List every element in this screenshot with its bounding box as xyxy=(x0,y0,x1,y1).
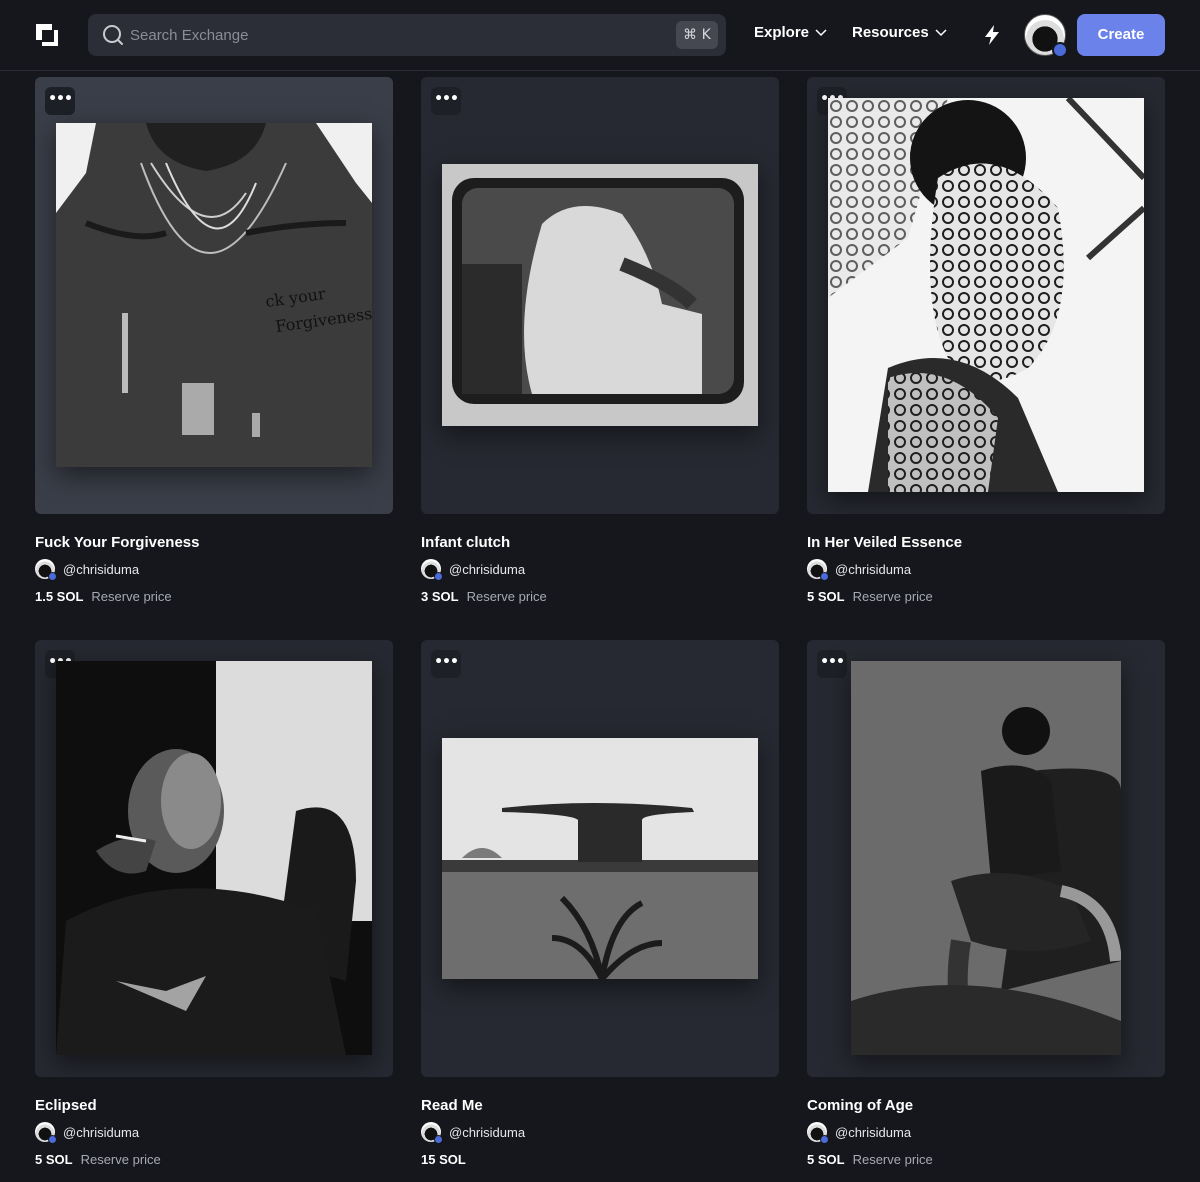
creator-handle[interactable]: @chrisiduma xyxy=(63,1125,139,1140)
search-icon xyxy=(103,25,123,45)
price-label: Reserve price xyxy=(91,589,172,604)
search-shortcut-hint: ⌘ K xyxy=(676,21,718,49)
user-avatar-button[interactable] xyxy=(1024,14,1068,58)
avatar xyxy=(421,1122,443,1144)
artwork-frame[interactable]: ••• xyxy=(421,77,779,514)
verified-badge-icon xyxy=(48,572,57,581)
nav-explore-label: Explore xyxy=(754,24,810,41)
create-button[interactable]: Create xyxy=(1077,14,1165,56)
price-value: 5 SOL xyxy=(807,589,845,604)
creator-handle[interactable]: @chrisiduma xyxy=(63,562,139,577)
price-label: Reserve price xyxy=(466,589,547,604)
creator-row[interactable]: @chrisiduma xyxy=(421,1122,779,1144)
creator-handle[interactable]: @chrisiduma xyxy=(835,1125,911,1140)
more-options-icon[interactable]: ••• xyxy=(45,87,75,115)
price-row: 5 SOL Reserve price xyxy=(807,589,1165,604)
price-row: 3 SOL Reserve price xyxy=(421,589,779,604)
creator-row[interactable]: @chrisiduma xyxy=(807,559,1165,581)
price-value: 15 SOL xyxy=(421,1152,466,1167)
price-value: 5 SOL xyxy=(807,1152,845,1167)
creator-row[interactable]: @chrisiduma xyxy=(35,1122,393,1144)
artwork-card[interactable]: ••• Infant clutch @chrisiduma 3 SOL Rese… xyxy=(421,77,779,604)
price-value: 5 SOL xyxy=(35,1152,73,1167)
verified-badge-icon xyxy=(434,572,443,581)
price-row: 5 SOL Reserve price xyxy=(807,1152,1165,1167)
artwork-image[interactable] xyxy=(442,738,758,979)
verified-badge-icon xyxy=(1052,42,1068,58)
more-options-icon[interactable]: ••• xyxy=(431,87,461,115)
price-value: 1.5 SOL xyxy=(35,589,84,604)
more-options-icon[interactable]: ••• xyxy=(817,650,847,678)
nav-resources[interactable]: Resources xyxy=(852,24,947,41)
exchange-logo-icon[interactable] xyxy=(34,22,60,48)
avatar xyxy=(35,1122,57,1144)
price-value: 3 SOL xyxy=(421,589,459,604)
creator-row[interactable]: @chrisiduma xyxy=(35,559,393,581)
creator-row[interactable]: @chrisiduma xyxy=(807,1122,1165,1144)
lightning-bolt-icon[interactable] xyxy=(982,24,1002,46)
nav-explore[interactable]: Explore xyxy=(754,24,827,41)
verified-badge-icon xyxy=(820,572,829,581)
avatar xyxy=(807,1122,829,1144)
artwork-card[interactable]: ••• In Her Veiled Essence @chrisiduma 5 … xyxy=(807,77,1165,604)
artwork-image[interactable] xyxy=(56,661,372,1055)
artwork-title[interactable]: Coming of Age xyxy=(807,1097,1165,1117)
artwork-image[interactable]: ck your Forgiveness xyxy=(56,123,372,467)
artwork-frame[interactable]: ••• xyxy=(807,77,1165,514)
artwork-frame[interactable]: ••• xyxy=(421,640,779,1077)
verified-badge-icon xyxy=(434,1135,443,1144)
avatar xyxy=(807,559,829,581)
more-options-icon[interactable]: ••• xyxy=(431,650,461,678)
creator-handle[interactable]: @chrisiduma xyxy=(449,1125,525,1140)
artwork-card[interactable]: ••• ck your Forgiveness Fuck Your Forgiv… xyxy=(35,77,393,604)
verified-badge-icon xyxy=(820,1135,829,1144)
artwork-title[interactable]: Read Me xyxy=(421,1097,779,1117)
top-nav-bar: ⌘ K Explore Resources Create xyxy=(0,0,1200,71)
artwork-card[interactable]: ••• Read Me @chrisiduma 15 SOL xyxy=(421,640,779,1167)
avatar xyxy=(35,559,57,581)
artwork-image[interactable] xyxy=(851,661,1121,1055)
creator-handle[interactable]: @chrisiduma xyxy=(835,562,911,577)
artwork-title[interactable]: Fuck Your Forgiveness xyxy=(35,534,393,554)
price-row: 15 SOL xyxy=(421,1152,779,1167)
price-row: 5 SOL Reserve price xyxy=(35,1152,393,1167)
artwork-title[interactable]: In Her Veiled Essence xyxy=(807,534,1165,554)
artwork-image[interactable] xyxy=(442,164,758,426)
artwork-image[interactable] xyxy=(828,98,1144,492)
avatar xyxy=(421,559,443,581)
chevron-down-icon xyxy=(815,28,827,36)
price-label: Reserve price xyxy=(852,589,933,604)
artwork-frame[interactable]: ••• xyxy=(807,640,1165,1077)
chevron-down-icon xyxy=(935,28,947,36)
nav-resources-label: Resources xyxy=(852,24,929,41)
artwork-frame[interactable]: ••• ck your Forgiveness xyxy=(35,77,393,514)
artwork-card[interactable]: ••• Eclipsed @chrisiduma 5 SOL Reserve p… xyxy=(35,640,393,1167)
verified-badge-icon xyxy=(48,1135,57,1144)
artwork-title[interactable]: Infant clutch xyxy=(421,534,779,554)
artwork-frame[interactable]: ••• xyxy=(35,640,393,1077)
price-row: 1.5 SOL Reserve price xyxy=(35,589,393,604)
creator-row[interactable]: @chrisiduma xyxy=(421,559,779,581)
price-label: Reserve price xyxy=(852,1152,933,1167)
artwork-title[interactable]: Eclipsed xyxy=(35,1097,393,1117)
search-input[interactable] xyxy=(130,14,650,56)
artwork-card[interactable]: ••• Coming of Age @chrisiduma 5 SOL Rese… xyxy=(807,640,1165,1167)
creator-handle[interactable]: @chrisiduma xyxy=(449,562,525,577)
price-label: Reserve price xyxy=(80,1152,161,1167)
search-bar[interactable]: ⌘ K xyxy=(88,14,726,56)
